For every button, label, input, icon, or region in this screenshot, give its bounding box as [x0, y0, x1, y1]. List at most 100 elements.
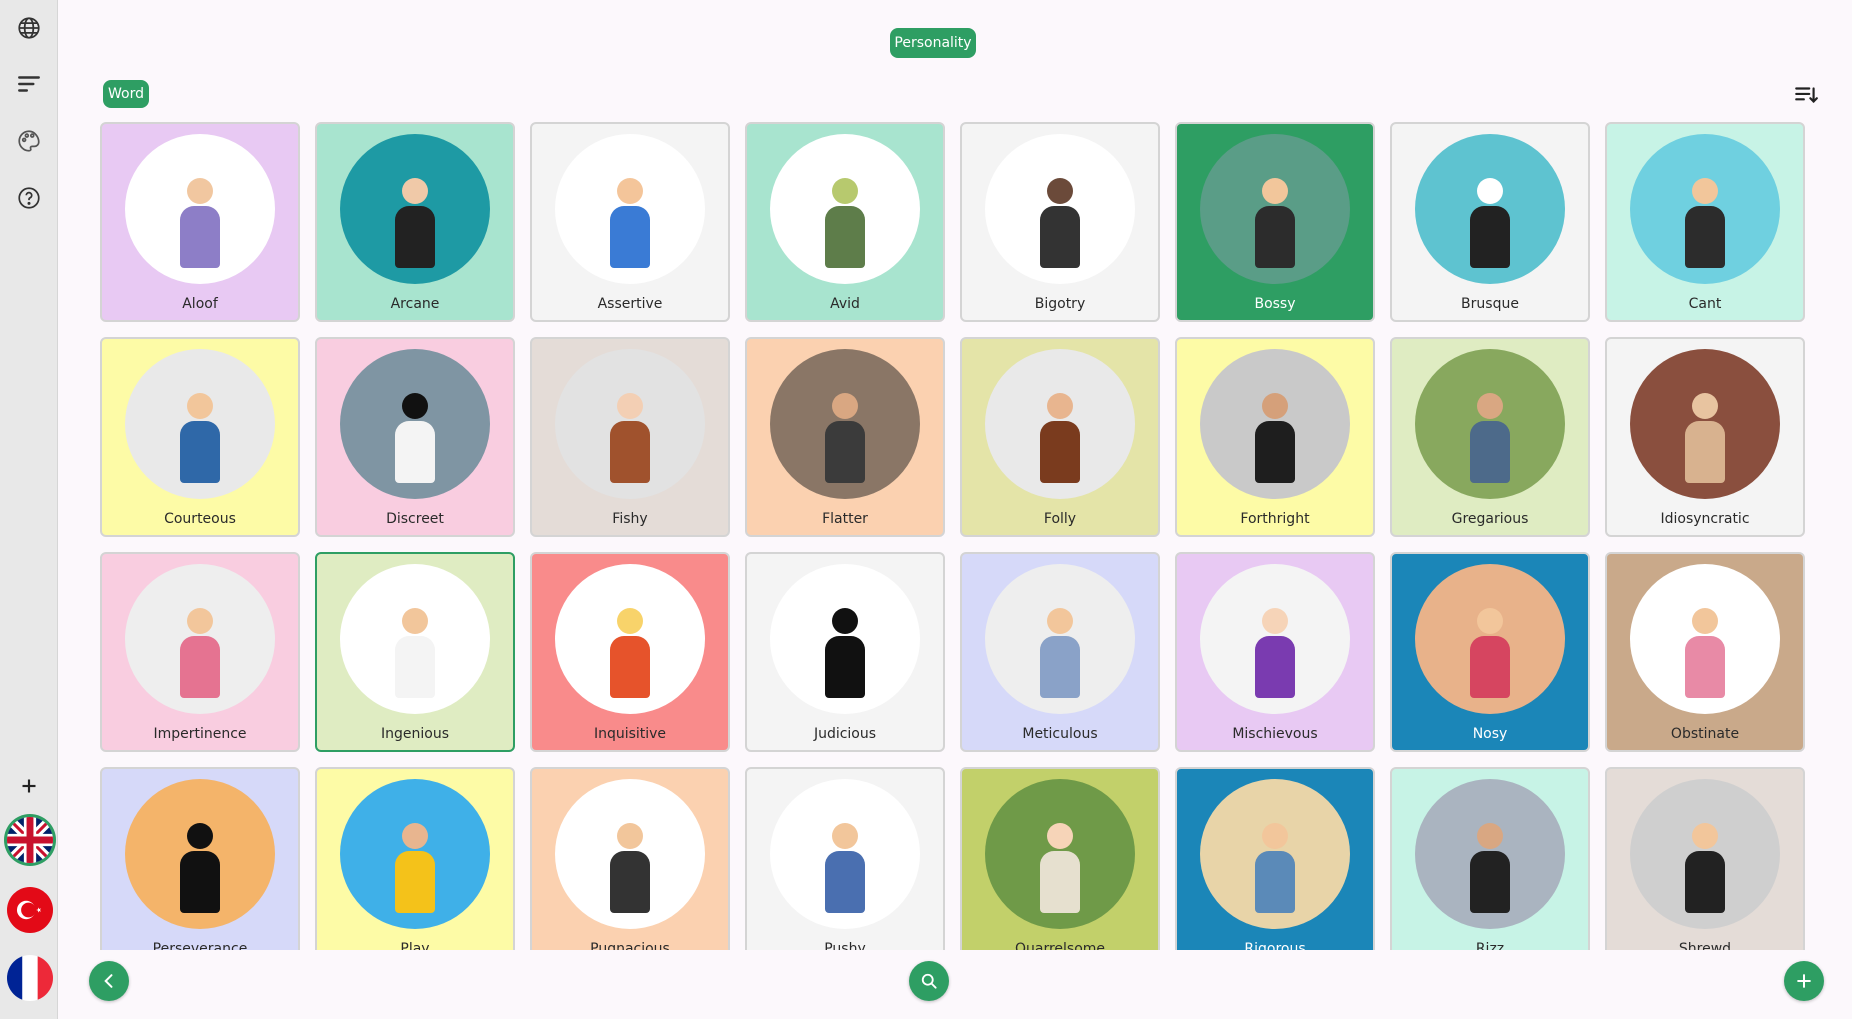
word-card[interactable]: Pugnacious: [530, 767, 730, 950]
person-illustration-icon: [606, 393, 654, 483]
word-card[interactable]: Discreet: [315, 337, 515, 537]
word-card-image: [1200, 779, 1350, 929]
word-card[interactable]: Play: [315, 767, 515, 950]
word-card[interactable]: Fishy: [530, 337, 730, 537]
person-illustration-icon: [1251, 608, 1299, 698]
word-card[interactable]: Shrewd: [1605, 767, 1805, 950]
word-card[interactable]: Ingenious: [315, 552, 515, 752]
word-card[interactable]: Brusque: [1390, 122, 1590, 322]
word-card-image: [555, 134, 705, 284]
word-card[interactable]: Forthright: [1175, 337, 1375, 537]
category-badge[interactable]: Personality: [890, 28, 976, 58]
word-card[interactable]: Assertive: [530, 122, 730, 322]
word-card-image: [1630, 779, 1780, 929]
word-card-image: [555, 349, 705, 499]
word-card-label: Perseverance: [152, 941, 248, 950]
word-card-label: Avid: [830, 296, 860, 312]
word-card-label: Nosy: [1472, 726, 1508, 742]
word-card[interactable]: Folly: [960, 337, 1160, 537]
word-card-image: [985, 779, 1135, 929]
word-card[interactable]: Cant: [1605, 122, 1805, 322]
person-illustration-icon: [1681, 608, 1729, 698]
word-card-image: [340, 779, 490, 929]
person-illustration-icon: [1036, 608, 1084, 698]
word-card[interactable]: Mischievous: [1175, 552, 1375, 752]
word-card[interactable]: Flatter: [745, 337, 945, 537]
word-card[interactable]: Judicious: [745, 552, 945, 752]
word-card-image: [1415, 564, 1565, 714]
word-card[interactable]: Idiosyncratic: [1605, 337, 1805, 537]
word-card[interactable]: Rigorous: [1175, 767, 1375, 950]
word-card[interactable]: Aloof: [100, 122, 300, 322]
turkish-flag[interactable]: [7, 887, 53, 933]
word-card-image: [340, 564, 490, 714]
word-card[interactable]: Inquisitive: [530, 552, 730, 752]
word-card-image: [125, 564, 275, 714]
word-card-label: Forthright: [1240, 511, 1310, 527]
chevron-left-icon: [104, 974, 113, 988]
person-illustration-icon: [821, 393, 869, 483]
word-card[interactable]: Perseverance: [100, 767, 300, 950]
word-card[interactable]: Courteous: [100, 337, 300, 537]
french-flag[interactable]: [7, 955, 53, 1001]
search-icon: [921, 973, 937, 989]
word-card-image: [1415, 349, 1565, 499]
word-card[interactable]: Rizz: [1390, 767, 1590, 950]
word-card-label: Idiosyncratic: [1660, 511, 1750, 527]
word-card[interactable]: Avid: [745, 122, 945, 322]
search-button[interactable]: [909, 961, 949, 1001]
word-card-label: Ingenious: [381, 726, 449, 742]
word-card[interactable]: Bossy: [1175, 122, 1375, 322]
word-card-image: [125, 349, 275, 499]
person-illustration-icon: [391, 608, 439, 698]
plus-icon: [1797, 974, 1811, 988]
person-illustration-icon: [1466, 178, 1514, 268]
english-flag[interactable]: [7, 817, 53, 863]
person-illustration-icon: [1251, 178, 1299, 268]
word-card-label: Brusque: [1461, 296, 1519, 312]
menu-lines-icon[interactable]: [13, 68, 45, 100]
word-card-label: Mischievous: [1232, 726, 1318, 742]
word-card-image: [555, 779, 705, 929]
word-card-image: [985, 134, 1135, 284]
word-card-label: Pugnacious: [590, 941, 670, 950]
word-card[interactable]: Arcane: [315, 122, 515, 322]
person-illustration-icon: [391, 823, 439, 913]
globe-icon[interactable]: [13, 12, 45, 44]
palette-icon[interactable]: [13, 125, 45, 157]
word-card-label: Rizz: [1475, 941, 1505, 950]
word-card-label: Fishy: [612, 511, 648, 527]
word-card[interactable]: Bigotry: [960, 122, 1160, 322]
word-card[interactable]: Quarrelsome: [960, 767, 1160, 950]
word-card[interactable]: Nosy: [1390, 552, 1590, 752]
person-illustration-icon: [1466, 393, 1514, 483]
word-card-image: [1630, 564, 1780, 714]
word-grid-viewport: Aloof Arcane Assertive Avid Bigotry Bossy Brus…: [100, 122, 1820, 950]
word-card-label: Courteous: [164, 511, 236, 527]
plus-icon[interactable]: [13, 770, 45, 802]
word-card[interactable]: Pushy: [745, 767, 945, 950]
person-illustration-icon: [606, 608, 654, 698]
person-illustration-icon: [1466, 823, 1514, 913]
person-illustration-icon: [1681, 823, 1729, 913]
add-word-button[interactable]: [1784, 961, 1824, 1001]
person-illustration-icon: [391, 393, 439, 483]
person-illustration-icon: [1251, 823, 1299, 913]
word-card[interactable]: Impertinence: [100, 552, 300, 752]
word-card-label: Inquisitive: [593, 726, 667, 742]
word-card[interactable]: Obstinate: [1605, 552, 1805, 752]
person-illustration-icon: [1681, 178, 1729, 268]
word-card-label: Assertive: [597, 296, 663, 312]
word-filter-badge[interactable]: Word: [103, 80, 149, 108]
person-illustration-icon: [1466, 608, 1514, 698]
word-card[interactable]: Gregarious: [1390, 337, 1590, 537]
word-card[interactable]: Meticulous: [960, 552, 1160, 752]
back-button[interactable]: [89, 961, 129, 1001]
word-card-label: Meticulous: [1022, 726, 1098, 742]
word-grid: Aloof Arcane Assertive Avid Bigotry Bossy Brus…: [100, 122, 1820, 950]
sort-icon[interactable]: [1793, 82, 1819, 108]
person-illustration-icon: [606, 823, 654, 913]
person-illustration-icon: [176, 178, 224, 268]
help-icon[interactable]: [13, 182, 45, 214]
person-illustration-icon: [176, 608, 224, 698]
